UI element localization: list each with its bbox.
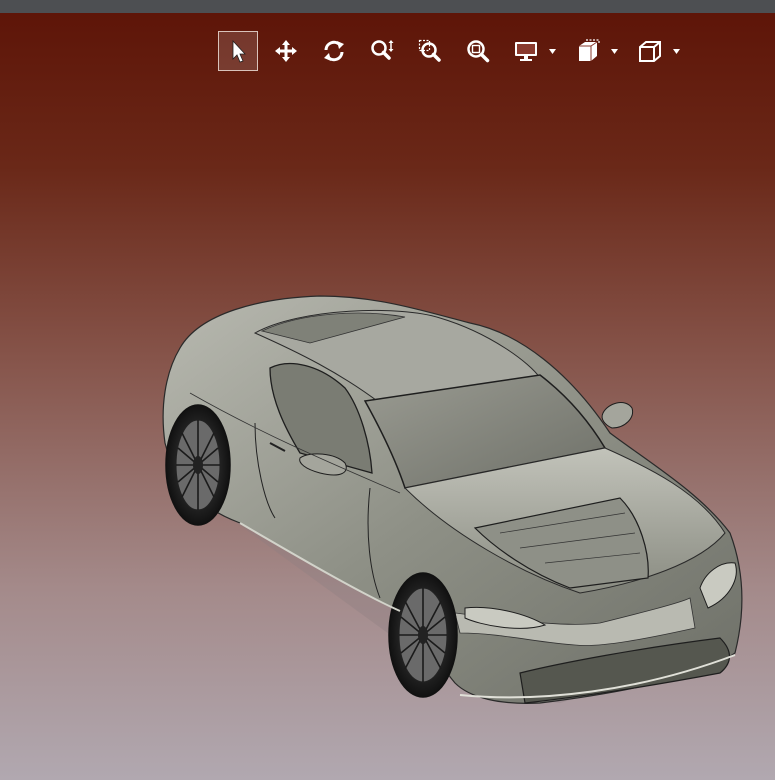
pan-tool-button[interactable] <box>266 31 306 71</box>
zoom-vertical-icon <box>371 40 394 60</box>
3d-viewport[interactable] <box>0 13 775 780</box>
move-arrows-icon <box>275 40 297 62</box>
section-cube-icon <box>579 39 600 61</box>
view-orientation-tool-button[interactable] <box>630 31 670 71</box>
window-top-bar <box>0 0 775 13</box>
zoom-fit-tool-button[interactable] <box>458 31 498 71</box>
chevron-down-icon <box>672 48 680 54</box>
display-mode-dropdown[interactable] <box>548 31 556 71</box>
zoom-tool-button[interactable] <box>362 31 402 71</box>
monitor-icon <box>515 42 537 61</box>
zoom-window-tool-button[interactable] <box>410 31 450 71</box>
car-3d-model[interactable] <box>150 278 750 718</box>
zoom-fit-icon <box>467 40 490 63</box>
front-wheel <box>388 572 458 698</box>
display-mode-tool-button[interactable] <box>506 31 546 71</box>
rear-wheel <box>165 404 231 526</box>
rotate-icon <box>324 40 344 62</box>
view-toolbar <box>218 31 692 71</box>
chevron-down-icon <box>610 48 618 54</box>
mirror-right <box>601 402 634 429</box>
cube-icon <box>639 41 661 62</box>
cursor-arrow-icon <box>232 39 246 63</box>
select-tool-button[interactable] <box>218 31 258 71</box>
rotate-tool-button[interactable] <box>314 31 354 71</box>
section-view-tool-button[interactable] <box>568 31 608 71</box>
view-orientation-dropdown[interactable] <box>672 31 680 71</box>
chevron-down-icon <box>548 48 556 54</box>
zoom-window-icon <box>418 39 441 62</box>
section-view-dropdown[interactable] <box>610 31 618 71</box>
